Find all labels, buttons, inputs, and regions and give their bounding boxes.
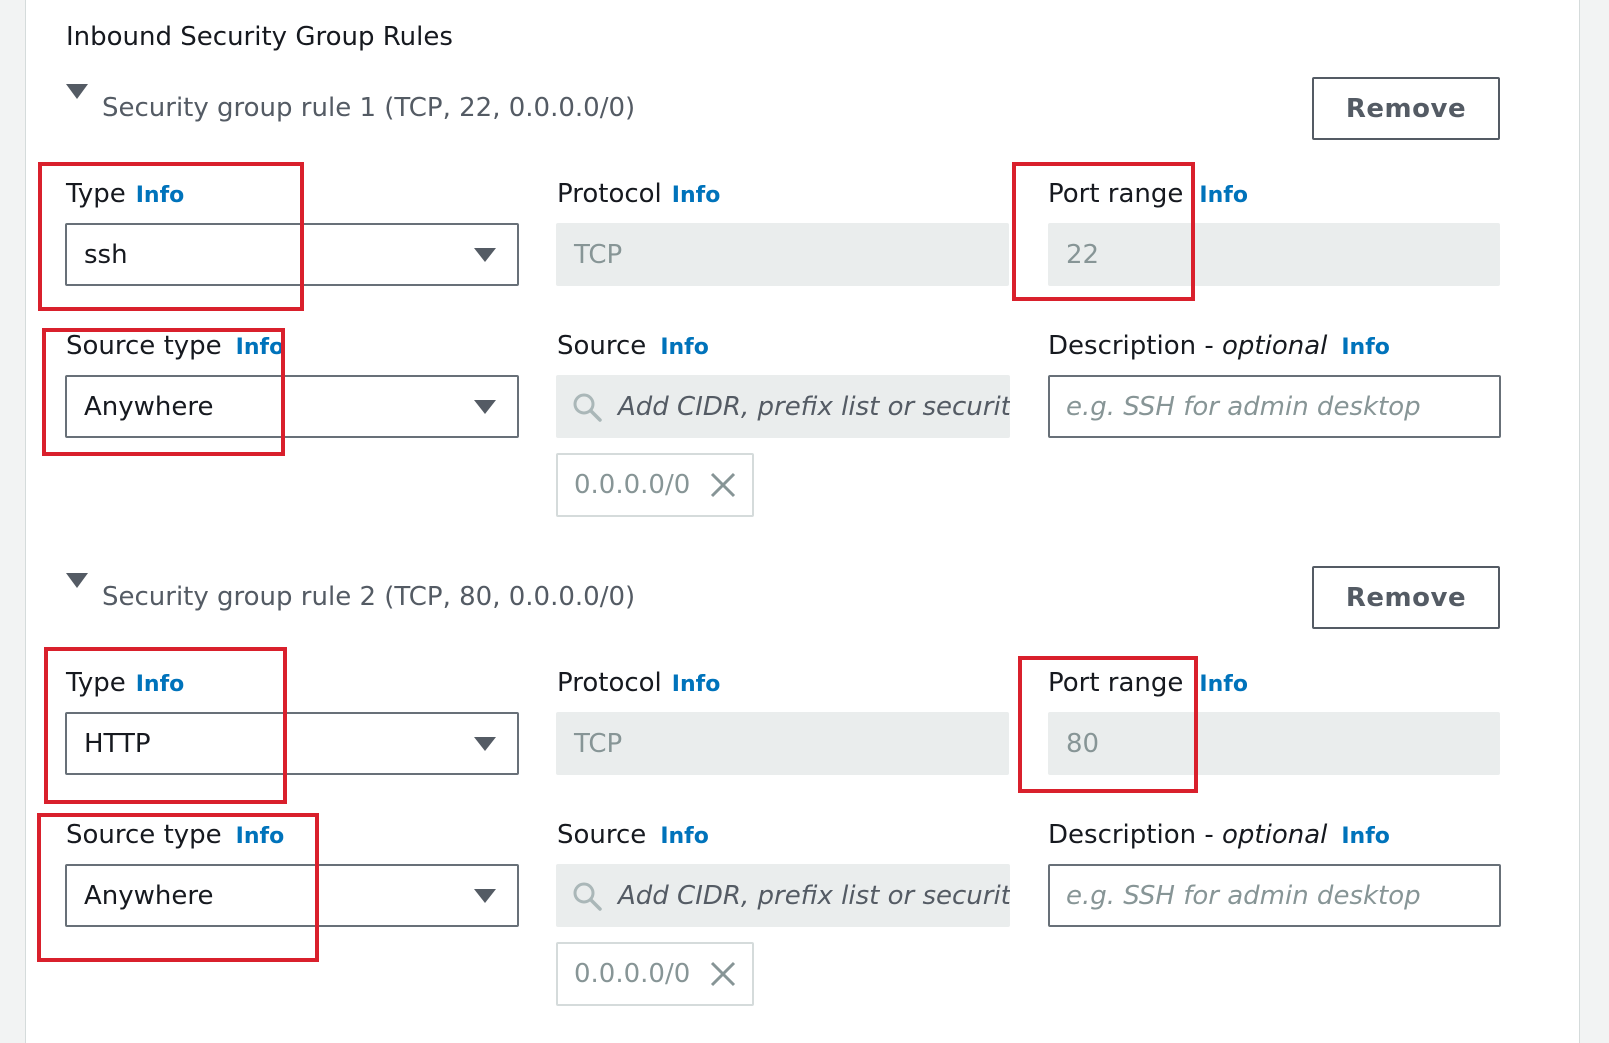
description-input[interactable]: e.g. SSH for admin desktop (1048, 864, 1501, 927)
description-label-text: Description - (1048, 331, 1222, 361)
caret-down-icon[interactable] (66, 84, 88, 99)
protocol-label-text: Protocol (557, 668, 662, 698)
highlight-port-range-2 (1018, 656, 1198, 793)
source-search-input[interactable]: Add CIDR, prefix list or security (556, 375, 1010, 438)
triangle-down-icon (474, 889, 496, 903)
port-range-info-link[interactable]: Info (1199, 183, 1248, 208)
highlight-source-type-1 (42, 328, 285, 456)
description-label-text: Description - (1048, 820, 1222, 850)
source-label: Source Info (557, 329, 709, 365)
description-info-link[interactable]: Info (1341, 824, 1390, 849)
remove-rule-1-button[interactable]: Remove (1312, 77, 1500, 140)
source-token-value: 0.0.0.0/0 (574, 959, 691, 989)
protocol-label-text: Protocol (557, 179, 662, 209)
optional-label: optional (1222, 331, 1328, 361)
source-token: 0.0.0.0/0 (556, 942, 754, 1006)
search-icon (573, 882, 602, 911)
description-info-link[interactable]: Info (1341, 335, 1390, 360)
close-icon[interactable] (710, 472, 736, 498)
source-label: Source Info (557, 818, 709, 854)
highlight-source-type-2 (37, 813, 319, 962)
description-label: Description - optional Info (1048, 329, 1390, 365)
protocol-info-link[interactable]: Info (672, 672, 721, 697)
description-label: Description - optional Info (1048, 818, 1390, 854)
source-info-link[interactable]: Info (660, 335, 709, 360)
triangle-down-icon (474, 400, 496, 414)
protocol-info-link[interactable]: Info (672, 183, 721, 208)
protocol-value: TCP (574, 239, 623, 270)
source-token: 0.0.0.0/0 (556, 453, 754, 517)
source-token-value: 0.0.0.0/0 (574, 470, 691, 500)
close-icon[interactable] (710, 961, 736, 987)
description-placeholder: e.g. SSH for admin desktop (1066, 880, 1421, 911)
search-icon (573, 393, 602, 422)
highlight-type-2 (44, 647, 287, 804)
rule-2-title[interactable]: Security group rule 2 (TCP, 80, 0.0.0.0/… (102, 580, 635, 614)
triangle-down-icon (474, 737, 496, 751)
section-title: Inbound Security Group Rules (66, 22, 453, 52)
source-label-text: Source (557, 820, 647, 850)
caret-down-icon[interactable] (66, 573, 88, 588)
highlight-type-1 (38, 162, 304, 311)
optional-label: optional (1222, 820, 1328, 850)
description-input[interactable]: e.g. SSH for admin desktop (1048, 375, 1501, 438)
protocol-value: TCP (574, 728, 623, 759)
rule-1-title[interactable]: Security group rule 1 (TCP, 22, 0.0.0.0/… (102, 91, 635, 125)
triangle-down-icon (474, 248, 496, 262)
remove-rule-2-button[interactable]: Remove (1312, 566, 1500, 629)
source-info-link[interactable]: Info (660, 824, 709, 849)
protocol-label: Protocol Info (557, 666, 720, 702)
protocol-field: TCP (556, 712, 1009, 775)
protocol-field: TCP (556, 223, 1009, 286)
description-placeholder: e.g. SSH for admin desktop (1066, 391, 1421, 422)
source-search-input[interactable]: Add CIDR, prefix list or security (556, 864, 1010, 927)
source-search-placeholder: Add CIDR, prefix list or security (618, 880, 1010, 911)
highlight-port-range-1 (1012, 162, 1195, 301)
protocol-label: Protocol Info (557, 177, 720, 213)
source-label-text: Source (557, 331, 647, 361)
source-search-placeholder: Add CIDR, prefix list or security (618, 391, 1010, 422)
port-range-info-link[interactable]: Info (1199, 672, 1248, 697)
